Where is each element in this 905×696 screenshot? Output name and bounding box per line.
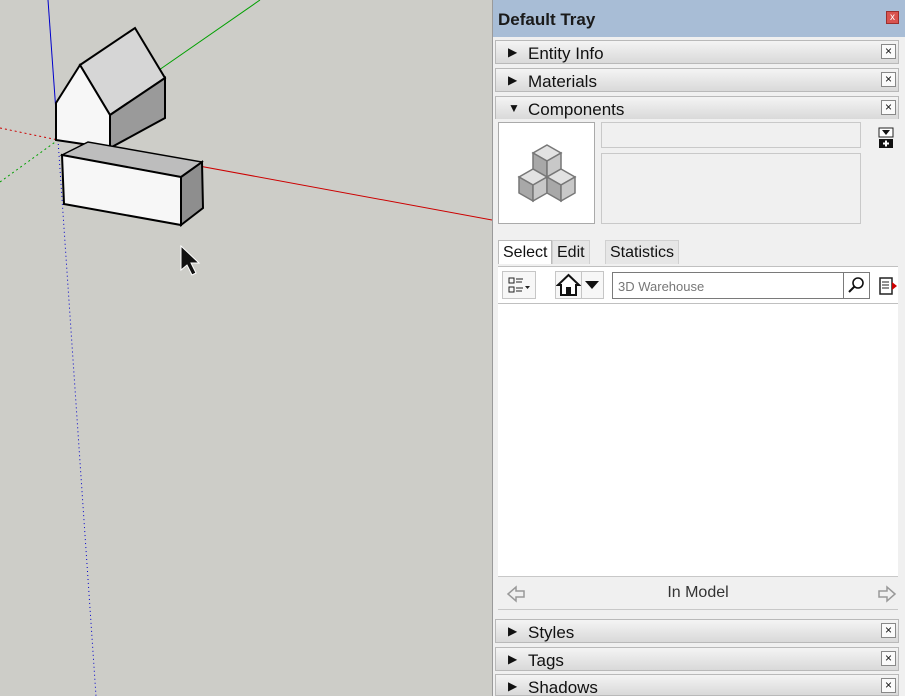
tab-select[interactable]: Select bbox=[498, 240, 553, 264]
tray-titlebar: Default Tray x bbox=[493, 0, 905, 37]
mouse-pointer-icon bbox=[180, 244, 201, 276]
home-button[interactable] bbox=[555, 271, 582, 299]
panel-components-label: Components bbox=[528, 100, 625, 119]
panel-styles[interactable]: ▶ Styles × bbox=[495, 619, 899, 643]
search-input[interactable] bbox=[616, 276, 846, 297]
components-cubes-icon bbox=[517, 144, 577, 203]
panel-entity-info[interactable]: ▶ Entity Info × bbox=[495, 40, 899, 64]
model-viewport[interactable] bbox=[0, 0, 492, 696]
panel-materials-close-button[interactable]: × bbox=[881, 72, 896, 87]
panel-components-close-button[interactable]: × bbox=[881, 100, 896, 115]
model-canvas[interactable] bbox=[0, 0, 492, 696]
panel-tags-close-button[interactable]: × bbox=[881, 651, 896, 666]
magnifier-icon bbox=[848, 277, 864, 293]
panel-styles-label: Styles bbox=[528, 623, 575, 642]
search-field[interactable] bbox=[612, 272, 846, 299]
panel-tags[interactable]: ▶ Tags × bbox=[495, 647, 899, 671]
green-axis-negative bbox=[0, 139, 59, 183]
expand-arrow-icon[interactable]: ▶ bbox=[508, 679, 517, 693]
component-description-field[interactable] bbox=[601, 153, 861, 224]
red-axis-negative bbox=[0, 127, 59, 141]
box-model[interactable] bbox=[59, 141, 205, 228]
location-label[interactable]: In Model bbox=[498, 584, 898, 602]
expand-arrow-icon[interactable]: ▶ bbox=[508, 73, 517, 87]
panel-styles-close-button[interactable]: × bbox=[881, 623, 896, 638]
panel-materials[interactable]: ▶ Materials × bbox=[495, 68, 899, 92]
forward-button[interactable] bbox=[876, 583, 898, 605]
components-info-area bbox=[495, 119, 899, 229]
house-model[interactable] bbox=[55, 26, 167, 150]
second-selection-pane-button[interactable] bbox=[878, 273, 898, 299]
blue-axis-negative bbox=[57, 139, 97, 696]
panel-components[interactable]: ▼ Components × bbox=[495, 96, 899, 120]
components-toolbar bbox=[498, 266, 898, 304]
panel-entity-info-label: Entity Info bbox=[528, 44, 604, 63]
panel-tags-label: Tags bbox=[528, 651, 564, 670]
component-list[interactable] bbox=[498, 304, 898, 576]
panel-shadows-close-button[interactable]: × bbox=[881, 678, 896, 693]
view-options-icon bbox=[508, 277, 530, 293]
expand-arrow-icon[interactable]: ▶ bbox=[508, 45, 517, 59]
panel-materials-label: Materials bbox=[528, 72, 597, 91]
tab-statistics[interactable]: Statistics bbox=[605, 240, 680, 264]
components-tabs: Select Edit Statistics bbox=[495, 238, 899, 266]
second-selection-pane-icon bbox=[879, 277, 897, 295]
panel-shadows[interactable]: ▶ Shadows × bbox=[495, 674, 899, 696]
home-icon bbox=[555, 273, 582, 296]
tray-title: Default Tray bbox=[498, 10, 596, 29]
details-menu-icon[interactable] bbox=[878, 127, 894, 149]
component-name-field[interactable] bbox=[601, 122, 861, 148]
view-options-button[interactable] bbox=[502, 271, 536, 299]
component-preview bbox=[498, 122, 595, 224]
collapse-arrow-icon[interactable]: ▼ bbox=[508, 101, 520, 115]
panel-shadows-label: Shadows bbox=[528, 678, 598, 696]
default-tray: Default Tray x ▶ Entity Info × ▶ Materia… bbox=[492, 0, 905, 696]
expand-arrow-icon[interactable]: ▶ bbox=[508, 652, 517, 666]
components-navigation-bar: In Model bbox=[498, 576, 898, 610]
dropdown-arrow-icon bbox=[585, 281, 599, 289]
panel-entity-info-close-button[interactable]: × bbox=[881, 44, 896, 59]
search-button[interactable] bbox=[844, 272, 870, 299]
expand-arrow-icon[interactable]: ▶ bbox=[508, 624, 517, 638]
forward-arrow-icon bbox=[878, 585, 897, 603]
home-dropdown-button[interactable] bbox=[582, 271, 604, 299]
tray-close-button[interactable]: x bbox=[886, 11, 899, 24]
tab-edit[interactable]: Edit bbox=[552, 240, 590, 264]
